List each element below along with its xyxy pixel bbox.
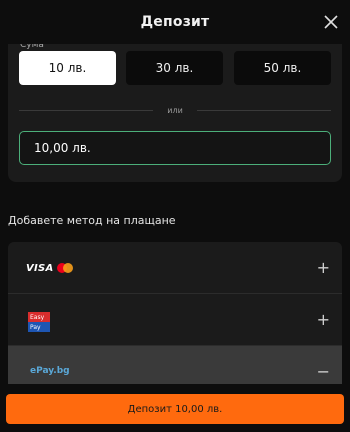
payment-methods-list: VISA + Easy Pay + ePay.bg −: [8, 242, 342, 396]
preset-30-button[interactable]: 30 лв.: [126, 51, 223, 85]
preset-50-button[interactable]: 50 лв.: [234, 51, 331, 85]
payment-section-title: Добавете метод на плащане: [8, 214, 176, 227]
mastercard-icon: [56, 263, 73, 273]
collapse-minus-icon[interactable]: −: [317, 364, 330, 380]
payment-method-easypay[interactable]: Easy Pay +: [8, 294, 342, 346]
epay-logo: ePay.bg: [30, 366, 70, 376]
payment-method-visa[interactable]: VISA +: [8, 242, 342, 294]
visa-logo-text: VISA: [26, 262, 54, 274]
modal-title: Депозит: [140, 14, 210, 30]
close-icon[interactable]: [322, 13, 340, 31]
preset-10-button[interactable]: 10 лв.: [19, 51, 116, 85]
expand-plus-icon[interactable]: +: [317, 260, 330, 276]
easypay-logo: Easy Pay: [28, 312, 50, 332]
amount-card: Сума 10 лв. 30 лв. 50 лв. или: [8, 30, 342, 182]
or-divider: или: [19, 104, 332, 116]
preset-amounts: 10 лв. 30 лв. 50 лв.: [19, 51, 331, 85]
divider-line-right: [196, 109, 332, 111]
expand-plus-icon[interactable]: +: [317, 312, 330, 328]
modal-header: Депозит: [0, 0, 350, 44]
or-text: или: [167, 105, 183, 115]
visa-mastercard-logo: VISA: [26, 260, 73, 276]
amount-input[interactable]: [19, 131, 331, 165]
deposit-button[interactable]: Депозит 10,00 лв.: [6, 394, 344, 424]
divider-line-left: [19, 109, 154, 111]
